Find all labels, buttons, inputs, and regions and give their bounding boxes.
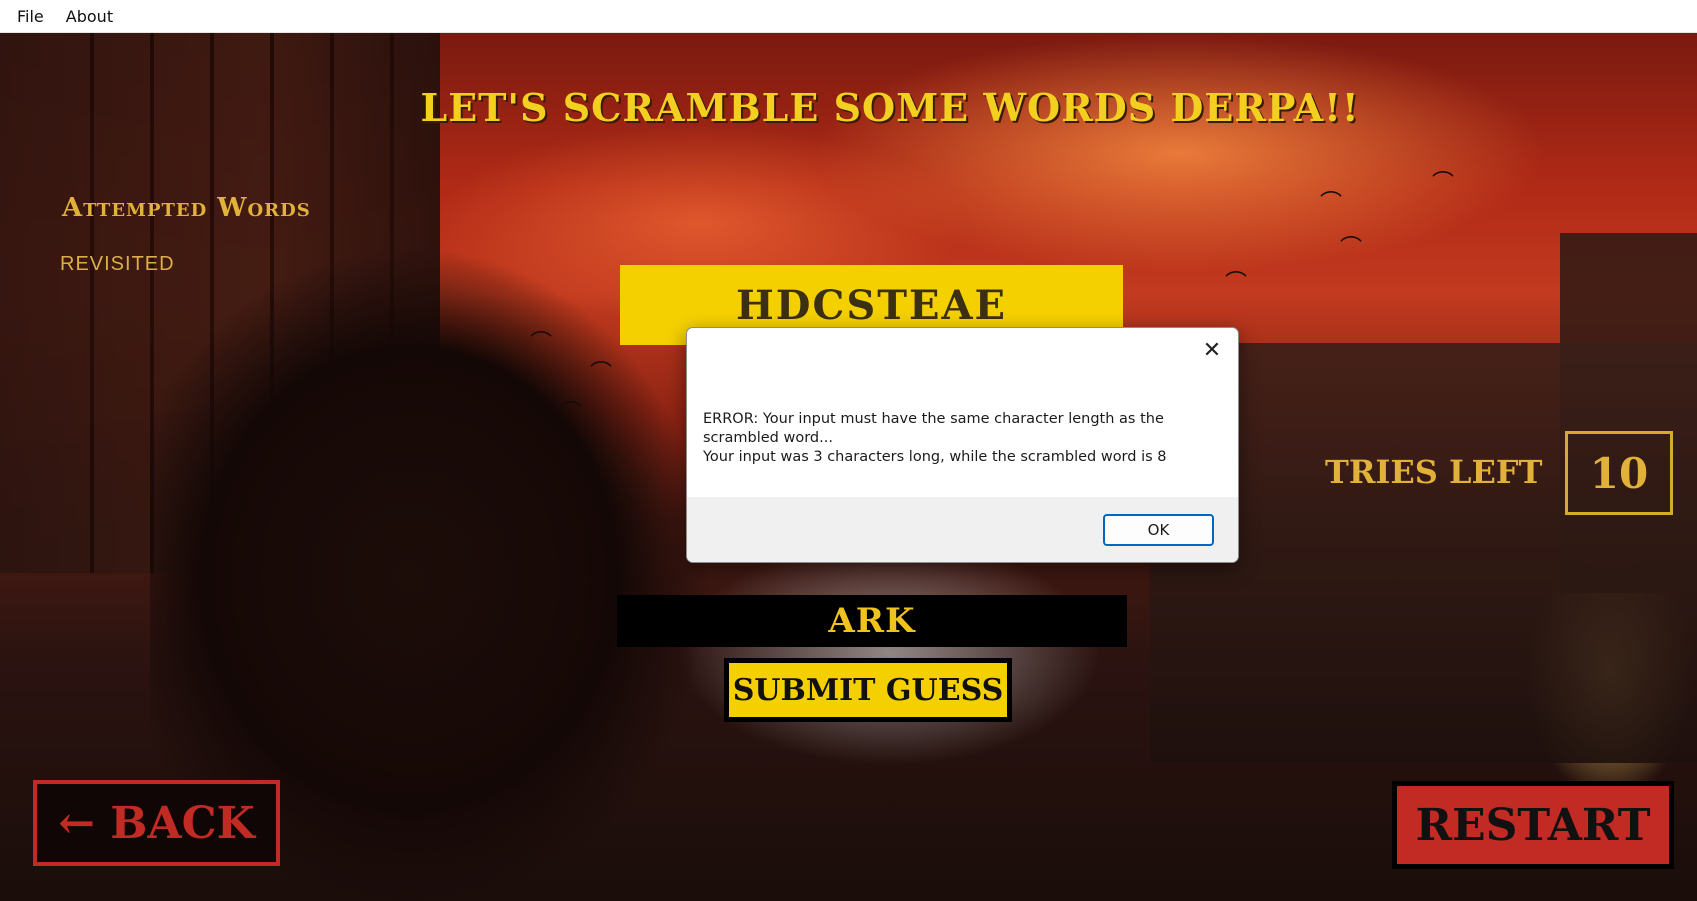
tries-left-box: 10 bbox=[1565, 431, 1673, 515]
restart-button[interactable]: RESTART bbox=[1392, 781, 1674, 869]
ok-button[interactable]: OK bbox=[1103, 514, 1214, 546]
attempted-words-list: REVISITED bbox=[60, 253, 175, 276]
bird-icon: ⌒ bbox=[1225, 271, 1248, 296]
menu-about[interactable]: About bbox=[55, 7, 124, 26]
menu-file[interactable]: File bbox=[6, 7, 55, 26]
dialog-footer: OK bbox=[687, 497, 1238, 562]
bird-icon: ⌒ bbox=[590, 361, 613, 386]
tries-left-value: 10 bbox=[1589, 448, 1649, 498]
submit-guess-label: SUBMIT GUESS bbox=[732, 672, 1004, 708]
game-title: LET'S SCRAMBLE SOME WORDS DERPA!! bbox=[420, 85, 1360, 130]
back-label: ← BACK bbox=[58, 797, 255, 849]
bird-icon: ⌒ bbox=[530, 331, 553, 356]
dialog-message: ERROR: Your input must have the same cha… bbox=[703, 410, 1223, 467]
dialog-message-line: ERROR: Your input must have the same cha… bbox=[703, 411, 1164, 446]
bird-icon: ⌒ bbox=[1340, 236, 1363, 261]
tries-left-label: TRIES LEFT bbox=[1325, 453, 1543, 491]
submit-guess-button[interactable]: SUBMIT GUESS bbox=[724, 658, 1012, 722]
dialog-message-line: Your input was 3 characters long, while … bbox=[703, 449, 1167, 465]
restart-label: RESTART bbox=[1415, 799, 1651, 851]
close-icon[interactable]: ✕ bbox=[1196, 334, 1228, 366]
menu-bar: File About bbox=[0, 0, 1697, 33]
bird-icon: ⌒ bbox=[1320, 191, 1343, 216]
bird-icon: ⌒ bbox=[560, 401, 583, 426]
back-button[interactable]: ← BACK bbox=[33, 780, 280, 866]
attempted-word: REVISITED bbox=[60, 253, 175, 275]
guess-input[interactable] bbox=[617, 595, 1127, 647]
dialog-titlebar: ✕ bbox=[687, 328, 1238, 373]
attempted-words-heading: Attempted Words bbox=[62, 193, 311, 223]
error-dialog: ✕ ERROR: Your input must have the same c… bbox=[686, 327, 1239, 563]
scrambled-word: HDCSTEAE bbox=[736, 281, 1007, 329]
bird-icon: ⌒ bbox=[1432, 171, 1455, 196]
